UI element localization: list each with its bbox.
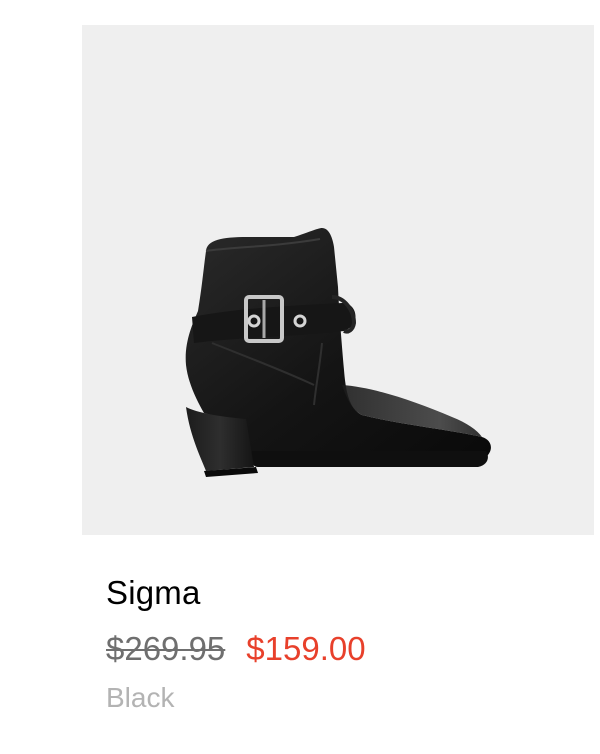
ankle-boot-image — [185, 228, 491, 477]
product-page: Sigma $269.95 $159.00 Black — [0, 0, 600, 754]
product-image[interactable] — [82, 25, 594, 535]
price-row: $269.95 $159.00 — [106, 627, 366, 671]
sale-price: $159.00 — [246, 630, 366, 667]
product-color: Black — [106, 682, 175, 713]
product-name[interactable]: Sigma — [106, 573, 201, 613]
product-card[interactable]: Sigma $269.95 $159.00 Black — [82, 25, 594, 725]
original-price: $269.95 — [106, 630, 226, 667]
